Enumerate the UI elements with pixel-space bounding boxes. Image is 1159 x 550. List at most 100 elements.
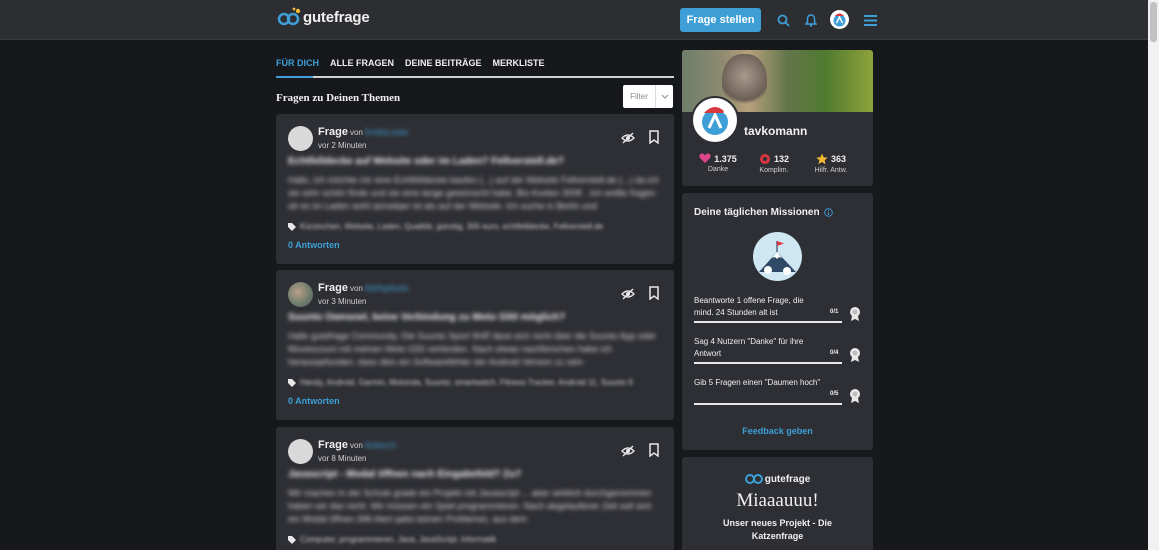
feed-title: Fragen zu Deinen Themen — [276, 92, 401, 104]
question-author-link[interactable]: Bobby15 — [365, 441, 397, 450]
flower-icon — [759, 154, 770, 164]
bookmark-icon[interactable] — [648, 443, 660, 457]
logo-text: gutefrage — [303, 8, 370, 26]
question-type: Frage — [318, 439, 348, 451]
question-von: von — [349, 441, 363, 450]
promo-card[interactable]: gutefrage Miaaauuu! Unser neues Projekt … — [682, 457, 873, 550]
info-icon[interactable] — [823, 208, 833, 217]
stat-hilfreiche-antworten: 363 Hilfr. Antw. — [806, 153, 856, 174]
question-tags: Kürzinchen, Website, Laden, Qualität, gü… — [288, 222, 603, 231]
search-icon[interactable] — [775, 12, 791, 28]
feedback-link[interactable]: Feedback geben — [682, 426, 873, 436]
question-header: Frage von Bobby15 — [318, 439, 396, 451]
avatar[interactable] — [288, 126, 313, 151]
answers-link[interactable]: 0 Antworten — [288, 396, 340, 406]
question-header: Frage von EmilieLeider — [318, 126, 409, 138]
question-title[interactable]: Javascript - Modal öffnen nach Eingabefe… — [288, 469, 521, 480]
tags-text[interactable]: Computer, programmieren, Java, JavaScrip… — [300, 535, 496, 544]
question-card[interactable]: Frage von Bobby15 vor 8 Minuten Javascript… — [276, 427, 674, 550]
mission-progress-bar — [694, 321, 842, 323]
question-time: vor 2 Minuten — [318, 141, 367, 150]
medal-icon — [850, 307, 860, 321]
mission-text: Beantworte 1 offene Frage, die mind. 24 … — [694, 296, 804, 317]
avatar[interactable] — [288, 439, 313, 464]
profile-username[interactable]: tavkomann — [744, 124, 807, 138]
question-tags: Handy, Android, Garmin, Motorola, Suunto… — [288, 378, 633, 387]
tag-icon — [288, 378, 296, 387]
scrollbar-thumb[interactable] — [1150, 2, 1157, 42]
question-title[interactable]: Suunto Ownsnel, keine Verbindung zu Moto… — [288, 312, 565, 323]
bookmark-icon[interactable] — [648, 130, 660, 144]
question-excerpt: Hallo gutefrage Community, Die Suunto Sp… — [288, 331, 657, 366]
answers-link[interactable]: 0 Antworten — [288, 240, 340, 250]
bookmark-icon[interactable] — [648, 286, 660, 300]
feed-tabs: FÜR DICH ALLE FRAGEN DEINE BEITRÄGE MERK… — [276, 58, 556, 68]
mission-item: Gib 5 Fragen einen "Daumen hoch" 0/5 — [694, 377, 864, 405]
missions-title: Deine täglichen Missionen — [694, 207, 820, 218]
question-time: vor 8 Minuten — [318, 454, 367, 463]
question-author-link[interactable]: BikRiglikette — [365, 284, 409, 293]
question-excerpt: Wir machen in der Schule grade ein Proje… — [288, 488, 652, 523]
bell-icon[interactable] — [803, 12, 819, 28]
question-von: von — [349, 128, 363, 137]
missions-header: Deine täglichen Missionen — [694, 207, 833, 218]
question-title[interactable]: Echtfelldecke auf Website oder im Laden?… — [288, 156, 564, 167]
mission-progress-bar — [694, 362, 842, 364]
tags-text[interactable]: Handy, Android, Garmin, Motorola, Suunto… — [300, 378, 633, 387]
hide-icon[interactable] — [621, 131, 635, 145]
question-type: Frage — [318, 126, 348, 138]
gutefrage-logo[interactable]: gutefrage — [277, 7, 370, 27]
tab-alle-fragen[interactable]: ALLE FRAGEN — [330, 58, 394, 68]
stat-value: 1.375 — [714, 153, 737, 164]
hide-icon[interactable] — [621, 287, 635, 301]
page-scrollbar[interactable] — [1148, 0, 1159, 550]
question-excerpt: Hallo, ich möchte mir eine Echtfelldecke… — [288, 175, 659, 210]
tags-text[interactable]: Kürzinchen, Website, Laden, Qualität, gü… — [300, 222, 603, 231]
promo-subtitle: Unser neues Projekt - Die Katzenfrage — [722, 518, 833, 541]
avatar[interactable] — [288, 282, 313, 307]
chevron-down-icon — [656, 85, 673, 108]
menu-icon[interactable] — [862, 12, 878, 28]
user-avatar[interactable] — [830, 10, 849, 29]
promo-title: Miaaauuu! — [736, 490, 819, 511]
stat-value: 132 — [773, 154, 790, 164]
stat-label: Komplim. — [759, 167, 789, 174]
stat-danke: 1.375 Danke — [693, 153, 743, 173]
promo-logo: gutefrage — [682, 473, 873, 485]
question-von: von — [349, 284, 363, 293]
star-icon — [816, 153, 828, 165]
ask-question-button[interactable]: Frage stellen — [680, 8, 761, 32]
filter-label: Filter — [623, 85, 656, 108]
question-card[interactable]: Frage von EmilieLeider vor 2 Minuten Echtf… — [276, 114, 674, 264]
mission-item: Beantworte 1 offene Frage, die mind. 24 … — [694, 295, 864, 323]
question-card[interactable]: Frage von BikRiglikette vor 3 Minuten Suun… — [276, 270, 674, 420]
tab-deine-beitraege[interactable]: DEINE BEITRÄGE — [405, 58, 482, 68]
top-navigation-bar: gutefrage Frage stellen — [0, 0, 1148, 40]
tab-fuer-dich[interactable]: FÜR DICH — [276, 58, 319, 68]
hide-icon[interactable] — [621, 444, 635, 458]
gutefrage-logo-icon — [744, 474, 763, 484]
question-time: vor 3 Minuten — [318, 297, 367, 306]
mission-text: Gib 5 Fragen einen "Daumen hoch" — [694, 378, 821, 387]
mission-item: Sag 4 Nutzern "Danke" für ihre Antwort 0… — [694, 336, 864, 364]
active-tab-indicator — [276, 76, 313, 78]
question-header: Frage von BikRiglikette — [318, 282, 409, 294]
gutefrage-logo-icon — [277, 7, 301, 26]
tab-merkliste[interactable]: MERKLISTE — [493, 58, 545, 68]
question-tags: Computer, programmieren, Java, JavaScrip… — [288, 535, 496, 544]
filter-dropdown[interactable]: Filter — [623, 85, 673, 108]
tab-divider — [276, 76, 674, 78]
stat-label: Danke — [707, 166, 729, 173]
stat-komplimente: 132 Komplim. — [749, 153, 799, 174]
tag-icon — [288, 535, 296, 544]
profile-avatar[interactable] — [691, 96, 739, 144]
question-type: Frage — [318, 282, 348, 294]
heart-icon — [699, 153, 711, 163]
promo-logo-text: gutefrage — [764, 473, 811, 485]
profile-card: tavkomann 1.375 Danke 132 Komplim. 363 H… — [682, 50, 873, 186]
question-author-link[interactable]: EmilieLeider — [365, 128, 409, 137]
mission-text: Sag 4 Nutzern "Danke" für ihre Antwort — [694, 337, 804, 358]
mission-progress-bar — [694, 403, 842, 405]
mission-count: 0/1 — [830, 309, 839, 315]
mission-count: 0/5 — [830, 391, 839, 397]
